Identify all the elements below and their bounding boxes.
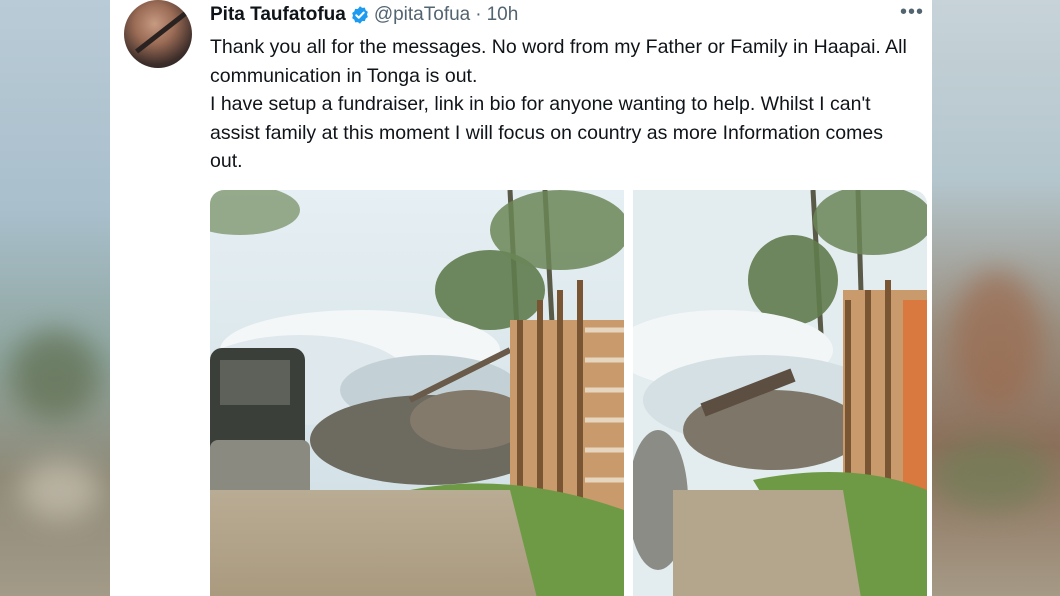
tweet-text: Thank you all for the messages. No word … <box>210 33 910 176</box>
author-name[interactable]: Pita Taufatofua <box>210 4 346 26</box>
avatar[interactable] <box>124 0 192 68</box>
blurred-background-left <box>0 0 110 596</box>
verified-badge-icon <box>350 5 370 25</box>
tweet-paragraph: I have setup a fundraiser, link in bio f… <box>210 93 883 172</box>
tweet-timestamp[interactable]: 10h <box>487 4 519 26</box>
avatar-paddle-decoration <box>135 11 187 54</box>
tweet-paragraph: Thank you all for the messages. No word … <box>210 36 907 87</box>
tweet-media[interactable] <box>210 190 927 596</box>
media-photo-2[interactable] <box>633 190 927 596</box>
media-photo-1[interactable] <box>210 190 624 596</box>
more-options-icon[interactable]: ••• <box>900 2 924 22</box>
blurred-background-right <box>932 0 1060 596</box>
author-handle[interactable]: @pitaTofua <box>374 4 470 26</box>
tweet-card[interactable]: Pita Taufatofua @pitaTofua · 10h ••• Tha… <box>110 0 932 596</box>
header-separator: · <box>475 4 482 25</box>
tweet-header: Pita Taufatofua @pitaTofua · 10h <box>210 4 518 26</box>
